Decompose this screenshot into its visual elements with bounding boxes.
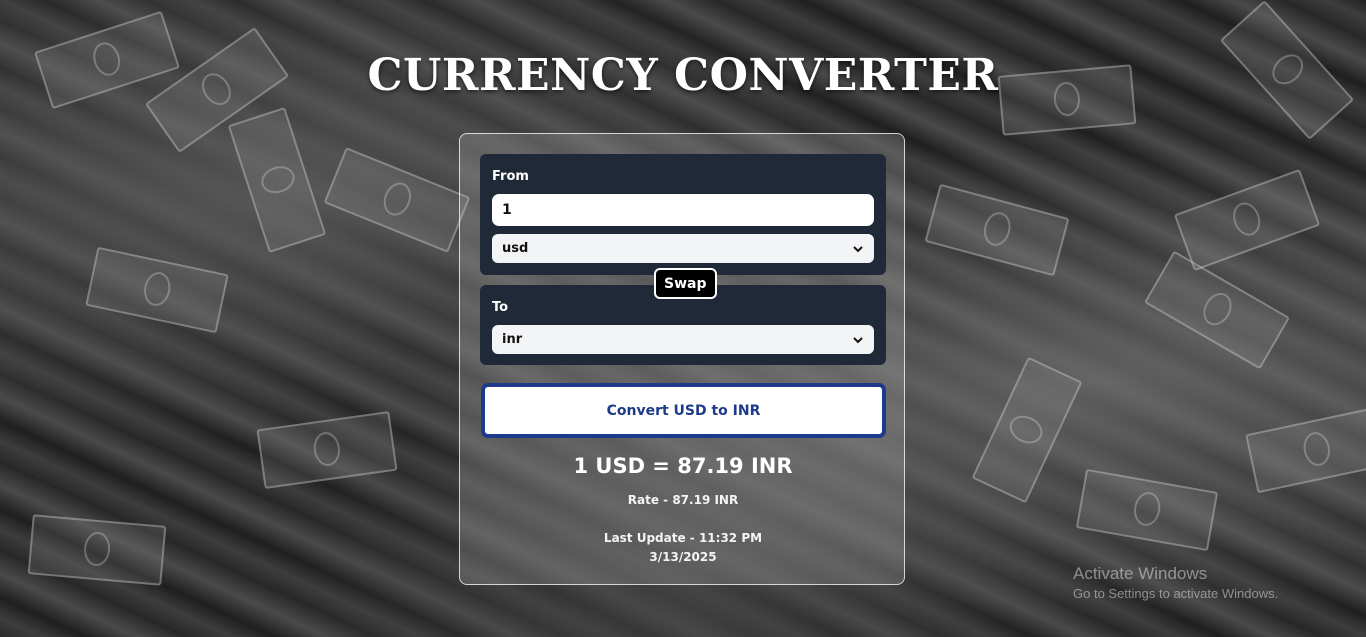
from-currency-value: usd — [502, 241, 529, 256]
to-label: To — [492, 300, 509, 315]
conversion-result: 1 USD = 87.19 INR — [573, 454, 793, 478]
amount-input[interactable] — [492, 194, 874, 226]
from-currency-select[interactable]: usd — [492, 234, 874, 263]
converter-card: From usd Swap To inr Convert USD to INR … — [459, 133, 905, 585]
watermark-title: Activate Windows — [1073, 564, 1208, 583]
from-panel: From usd — [480, 154, 886, 275]
watermark-subtitle: Go to Settings to activate Windows. — [1073, 586, 1279, 601]
chevron-down-icon — [853, 245, 863, 252]
page-title: CURRENCY CONVERTER — [367, 50, 999, 101]
swap-button[interactable]: Swap — [654, 268, 717, 299]
exchange-rate: Rate - 87.19 INR — [627, 493, 739, 507]
from-label: From — [492, 169, 529, 184]
activate-windows-watermark: Activate Windows Go to Settings to activ… — [1073, 564, 1278, 601]
chevron-down-icon — [853, 336, 863, 343]
last-update: Last Update - 11:32 PM 3/13/2025 — [460, 529, 906, 567]
to-currency-select[interactable]: inr — [492, 325, 874, 354]
to-currency-value: inr — [502, 332, 523, 347]
convert-button[interactable]: Convert USD to INR — [481, 383, 886, 438]
last-update-time: Last Update - 11:32 PM — [603, 531, 763, 545]
last-update-date: 3/13/2025 — [649, 550, 717, 564]
